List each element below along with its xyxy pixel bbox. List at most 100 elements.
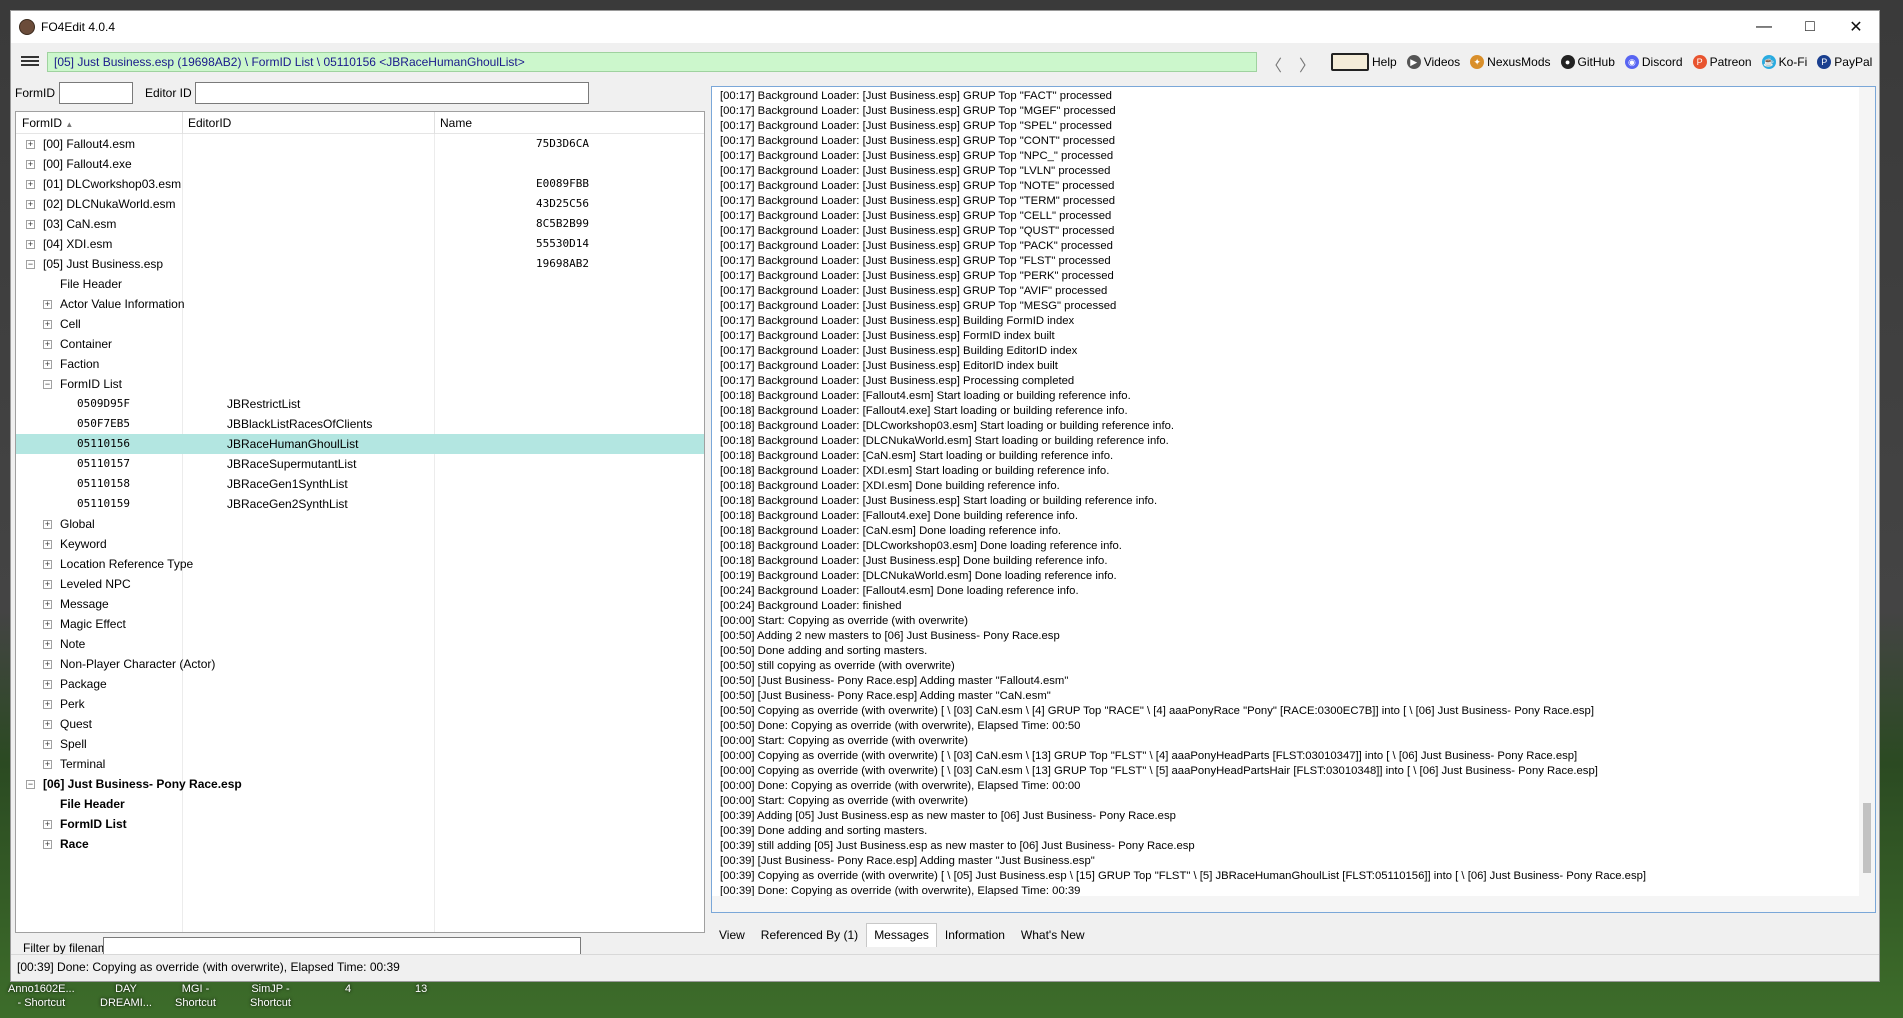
desktop-shortcut[interactable]: SimJP - Shortcut [250, 982, 291, 1010]
expand-icon[interactable]: + [43, 320, 52, 329]
tree-row[interactable]: + [03] CaN.esm 8C5B2B99 [16, 214, 704, 234]
expand-icon[interactable]: + [43, 720, 52, 729]
messages-panel[interactable]: [00:17] Background Loader: [Just Busines… [711, 86, 1876, 913]
tree-row[interactable]: File Header [16, 794, 704, 814]
tree-row[interactable]: + Magic Effect [16, 614, 704, 634]
horizontal-scrollbar[interactable] [712, 896, 1875, 912]
github-link[interactable]: ● GitHub [1560, 55, 1615, 69]
editorid-column-header[interactable]: EditorID [188, 116, 231, 130]
close-button[interactable]: ✕ [1833, 11, 1879, 43]
expand-icon[interactable]: + [43, 680, 52, 689]
videos-link[interactable]: ▶ Videos [1406, 55, 1460, 69]
tree-row[interactable]: + Quest [16, 714, 704, 734]
tree-row[interactable]: + Container [16, 334, 704, 354]
tree-row[interactable]: + Terminal [16, 754, 704, 774]
expand-icon[interactable]: + [26, 160, 35, 169]
expand-icon[interactable]: + [43, 740, 52, 749]
paypal-link[interactable]: P PayPal [1817, 55, 1872, 69]
expand-icon[interactable]: + [43, 340, 52, 349]
tree-row[interactable]: + Note [16, 634, 704, 654]
tree-row[interactable]: − [05] Just Business.esp 19698AB2 [16, 254, 704, 274]
forward-arrow-icon[interactable]: 〉 [1299, 52, 1315, 76]
tree-row[interactable]: 05110156 JBRaceHumanGhoulList [16, 434, 704, 454]
tree-row[interactable]: 050F7EB5 JBBlackListRacesOfClients [16, 414, 704, 434]
tree-row[interactable]: + Race [16, 834, 704, 854]
expand-icon[interactable]: + [26, 240, 35, 249]
vertical-scrollbar[interactable] [1859, 87, 1875, 898]
expand-icon[interactable]: + [43, 600, 52, 609]
help-link[interactable]: Help [1331, 53, 1397, 71]
name-column-header[interactable]: Name [440, 116, 472, 130]
expand-icon[interactable]: + [43, 300, 52, 309]
expand-icon[interactable]: + [43, 580, 52, 589]
patreon-link[interactable]: P Patreon [1692, 55, 1752, 69]
tree-row[interactable]: + Location Reference Type [16, 554, 704, 574]
minimize-button[interactable]: — [1741, 11, 1787, 43]
nexusmods-link[interactable]: ✦ NexusMods [1470, 55, 1551, 69]
expand-icon[interactable]: + [43, 640, 52, 649]
expand-icon[interactable]: + [43, 620, 52, 629]
tree-row[interactable]: + [02] DLCNukaWorld.esm 43D25C56 [16, 194, 704, 214]
tree-row[interactable]: − [06] Just Business- Pony Race.esp [16, 774, 704, 794]
collapse-icon[interactable]: − [43, 380, 52, 389]
discord-link[interactable]: ◉ Discord [1624, 55, 1683, 69]
expand-icon[interactable]: + [43, 560, 52, 569]
desktop-shortcut[interactable]: 13 [415, 982, 427, 996]
tree-row[interactable]: + Spell [16, 734, 704, 754]
tree-row[interactable]: 05110158 JBRaceGen1SynthList [16, 474, 704, 494]
expand-icon[interactable]: + [43, 820, 52, 829]
tree-row[interactable]: + Non-Player Character (Actor) [16, 654, 704, 674]
expand-icon[interactable]: + [43, 660, 52, 669]
desktop-shortcut[interactable]: 4 [345, 982, 351, 996]
tree-row[interactable]: + Perk [16, 694, 704, 714]
tree-row[interactable]: + [04] XDI.esm 55530D14 [16, 234, 704, 254]
tree-row[interactable]: − FormID List [16, 374, 704, 394]
expand-icon[interactable]: + [26, 180, 35, 189]
formid-input[interactable] [59, 82, 133, 104]
expand-icon[interactable]: + [43, 700, 52, 709]
tab-what-s-new[interactable]: What's New [1013, 923, 1093, 947]
tree-row[interactable]: + Leveled NPC [16, 574, 704, 594]
tree-row[interactable]: + Message [16, 594, 704, 614]
expand-icon[interactable]: + [26, 220, 35, 229]
tab-view[interactable]: View [711, 923, 753, 947]
tree-row[interactable]: 05110157 JBRaceSupermutantList [16, 454, 704, 474]
tree-row[interactable]: 05110159 JBRaceGen2SynthList [16, 494, 704, 514]
tree-row[interactable]: + Actor Value Information [16, 294, 704, 314]
desktop-shortcut[interactable]: DAY DREAMI... [100, 982, 152, 1010]
tree-row[interactable]: + [00] Fallout4.exe [16, 154, 704, 174]
tree-row[interactable]: File Header [16, 274, 704, 294]
menu-icon[interactable] [21, 54, 39, 68]
back-arrow-icon[interactable]: 〈 [1266, 52, 1282, 76]
expand-icon[interactable]: + [26, 140, 35, 149]
formid-column-header[interactable]: FormID ▲ [22, 116, 73, 130]
tree-row[interactable]: + [00] Fallout4.esm 75D3D6CA [16, 134, 704, 154]
expand-icon[interactable]: + [43, 540, 52, 549]
tree-row[interactable]: + Package [16, 674, 704, 694]
tab-information[interactable]: Information [937, 923, 1013, 947]
record-tree[interactable]: FormID ▲ EditorID Name + [00] Fallout4.es… [15, 111, 705, 933]
collapse-icon[interactable]: − [26, 780, 35, 789]
expand-icon[interactable]: + [43, 520, 52, 529]
tree-row[interactable]: + Global [16, 514, 704, 534]
expand-icon[interactable]: + [43, 760, 52, 769]
tab-referenced-by-1[interactable]: Referenced By (1) [753, 923, 866, 947]
tree-row[interactable]: + FormID List [16, 814, 704, 834]
column-divider[interactable] [434, 112, 435, 134]
tree-row[interactable]: + Cell [16, 314, 704, 334]
collapse-icon[interactable]: − [26, 260, 35, 269]
tree-row[interactable]: + [01] DLCworkshop03.esm E0089FBB [16, 174, 704, 194]
kofi-link[interactable]: ☕ Ko-Fi [1761, 55, 1807, 69]
expand-icon[interactable]: + [26, 200, 35, 209]
expand-icon[interactable]: + [43, 840, 52, 849]
editorid-input[interactable] [195, 82, 589, 104]
scrollbar-thumb[interactable] [1863, 803, 1871, 873]
column-divider[interactable] [182, 112, 183, 134]
maximize-button[interactable]: □ [1787, 11, 1833, 43]
expand-icon[interactable]: + [43, 360, 52, 369]
tree-row[interactable]: + Faction [16, 354, 704, 374]
tree-row[interactable]: 0509D95F JBRestrictList [16, 394, 704, 414]
tree-row[interactable]: + Keyword [16, 534, 704, 554]
desktop-shortcut[interactable]: MGI - Shortcut [175, 982, 216, 1010]
desktop-shortcut[interactable]: Anno1602E... - Shortcut [8, 982, 75, 1010]
